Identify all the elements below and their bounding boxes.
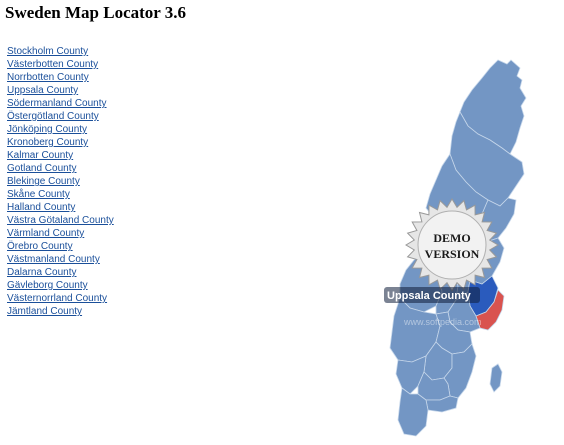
app-title: Sweden Map Locator 3.6 — [5, 3, 187, 22]
list-item: Gotland County — [7, 160, 114, 174]
demo-badge-line2: VERSION — [425, 247, 480, 261]
demo-badge-disc — [417, 210, 487, 280]
list-item: Dalarna County — [7, 264, 114, 278]
list-item: Värmland County — [7, 225, 114, 239]
sweden-map-svg: DEMO VERSION Uppsala County www.softpedi… — [384, 59, 527, 437]
list-item: Stockholm County — [7, 43, 114, 57]
map-region-gotland[interactable] — [489, 363, 503, 393]
list-item: Södermanland County — [7, 95, 114, 109]
list-item: Gävleborg County — [7, 277, 114, 291]
list-item: Jönköping County — [7, 121, 114, 135]
demo-badge-line1: DEMO — [433, 231, 470, 245]
watermark: www.softpedia.com — [403, 317, 482, 327]
demo-version-badge: DEMO VERSION — [405, 198, 499, 292]
county-link-jamtland[interactable]: Jämtland County — [7, 306, 82, 317]
list-item: Västernorrland County — [7, 290, 114, 304]
app-window: Sweden Map Locator 3.6 Stockholm County … — [0, 0, 564, 445]
list-item: Halland County — [7, 199, 114, 213]
list-item: Jämtland County — [7, 303, 114, 317]
list-item: Västerbotten County — [7, 56, 114, 70]
tooltip-label: Uppsala County — [387, 290, 472, 302]
list-item: Västmanland County — [7, 251, 114, 265]
list-item: Örebro County — [7, 238, 114, 252]
list-item: Skåne County — [7, 186, 114, 200]
list-item: Västra Götaland County — [7, 212, 114, 226]
list-item: Östergötland County — [7, 108, 114, 122]
county-link-list: Stockholm County Västerbotten County Nor… — [7, 43, 114, 317]
list-item: Uppsala County — [7, 82, 114, 96]
hover-tooltip: Uppsala County — [384, 287, 480, 303]
list-item: Blekinge County — [7, 173, 114, 187]
sweden-map: DEMO VERSION Uppsala County www.softpedi… — [370, 50, 564, 445]
list-item: Norrbotten County — [7, 69, 114, 83]
list-item: Kalmar County — [7, 147, 114, 161]
list-item: Kronoberg County — [7, 134, 114, 148]
